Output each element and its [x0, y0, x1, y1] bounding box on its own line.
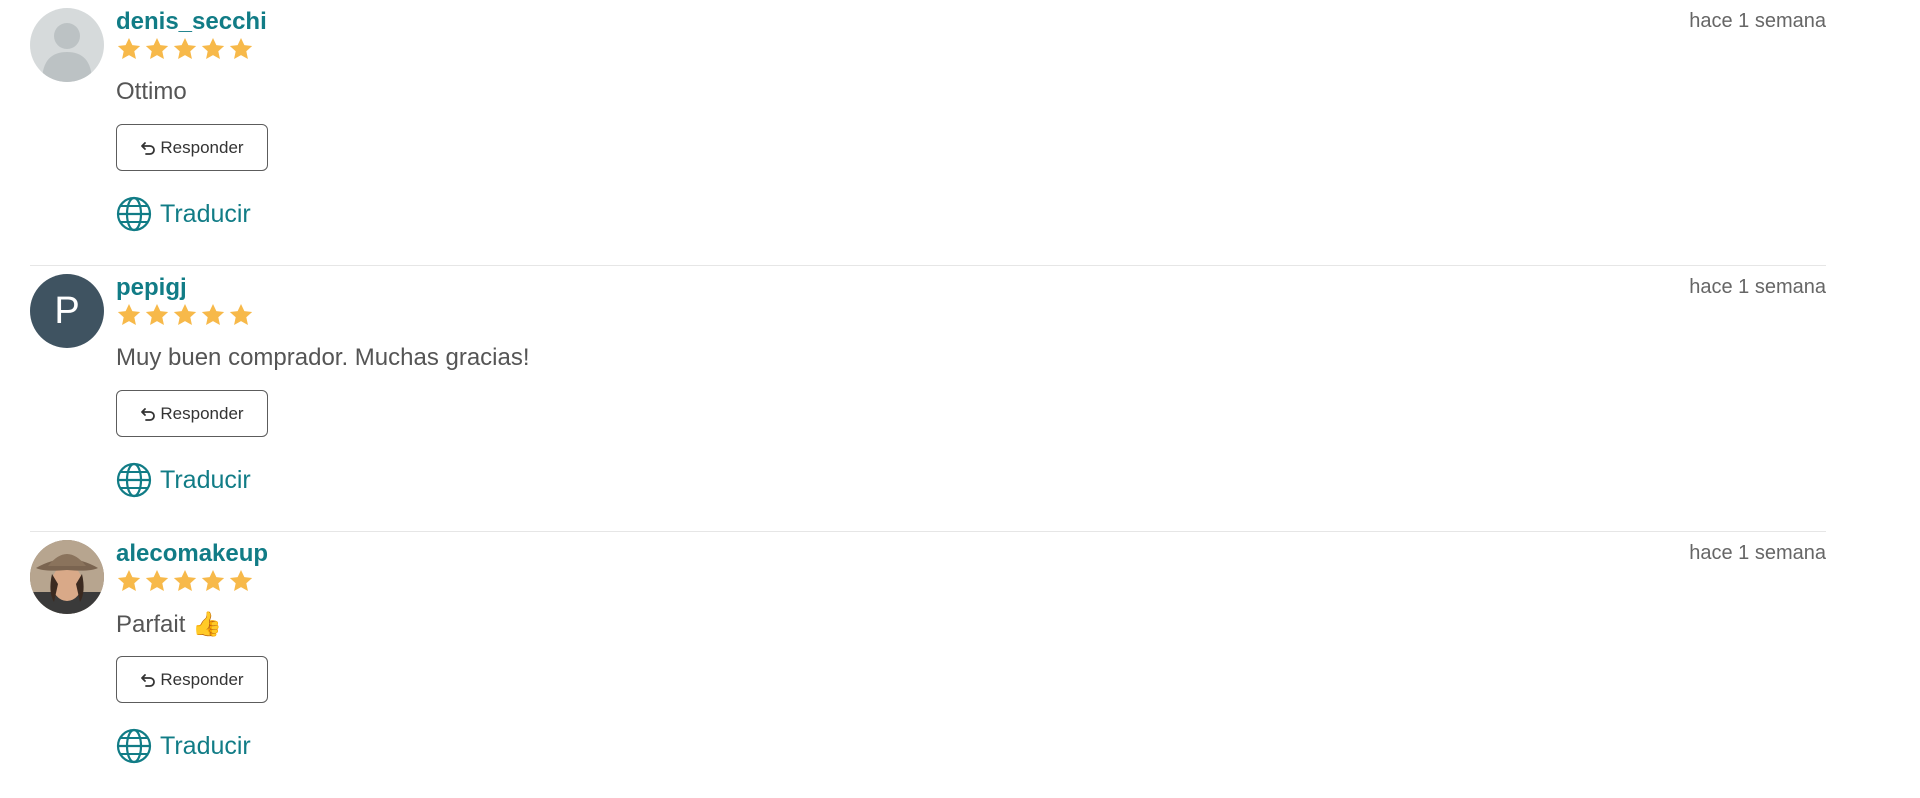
star-icon [117, 569, 141, 591]
star-icon [229, 37, 253, 59]
star-icon [173, 37, 197, 59]
reply-button[interactable]: Responder [116, 656, 268, 703]
reply-arrow-icon [141, 141, 156, 155]
star-icon [229, 569, 253, 591]
translate-label: Traducir [160, 731, 251, 760]
review-item: denis_secchi hace 1 semana Ottimo Respon… [30, 0, 1826, 266]
avatar[interactable] [30, 540, 104, 614]
avatar-letter: P [54, 290, 80, 332]
star-icon [173, 303, 197, 325]
star-rating [116, 36, 254, 62]
reply-arrow-icon [141, 407, 156, 421]
translate-link[interactable]: Traducir [116, 196, 251, 232]
review-comment: Muy buen comprador. Muchas gracias! [116, 344, 530, 371]
star-rating [116, 302, 254, 328]
username-link[interactable]: pepigj [116, 274, 187, 302]
star-icon [145, 37, 169, 59]
reply-button[interactable]: Responder [116, 124, 268, 171]
star-rating [116, 568, 254, 594]
star-icon [173, 569, 197, 591]
review-item: alecomakeup hace 1 semana Parfait 👍 Resp… [30, 532, 1826, 798]
review-date: hace 1 semana [1689, 10, 1826, 32]
user-silhouette-icon [42, 23, 92, 82]
star-icon [117, 37, 141, 59]
star-icon [117, 303, 141, 325]
globe-icon [116, 196, 152, 232]
reviews-list: denis_secchi hace 1 semana Ottimo Respon… [30, 0, 1826, 798]
reply-arrow-icon [141, 673, 156, 687]
review-comment: Ottimo [116, 78, 187, 105]
review-comment: Parfait 👍 [116, 611, 222, 638]
reply-button-label: Responder [160, 669, 244, 689]
star-icon [145, 569, 169, 591]
reply-button-label: Responder [160, 137, 244, 157]
reply-button-label: Responder [160, 403, 244, 423]
review-date: hace 1 semana [1689, 276, 1826, 298]
username-link[interactable]: denis_secchi [116, 8, 267, 36]
globe-icon [116, 728, 152, 764]
star-icon [229, 303, 253, 325]
avatar[interactable] [30, 8, 104, 82]
star-icon [201, 569, 225, 591]
globe-icon [116, 462, 152, 498]
review-date: hace 1 semana [1689, 542, 1826, 564]
reply-button[interactable]: Responder [116, 390, 268, 437]
star-icon [201, 303, 225, 325]
username-link[interactable]: alecomakeup [116, 540, 268, 568]
user-photo [30, 540, 104, 614]
translate-link[interactable]: Traducir [116, 728, 251, 764]
star-icon [201, 37, 225, 59]
translate-label: Traducir [160, 199, 251, 228]
translate-link[interactable]: Traducir [116, 462, 251, 498]
avatar[interactable]: P [30, 274, 104, 348]
review-item: P pepigj hace 1 semana Muy buen comprado… [30, 266, 1826, 532]
star-icon [145, 303, 169, 325]
translate-label: Traducir [160, 465, 251, 494]
